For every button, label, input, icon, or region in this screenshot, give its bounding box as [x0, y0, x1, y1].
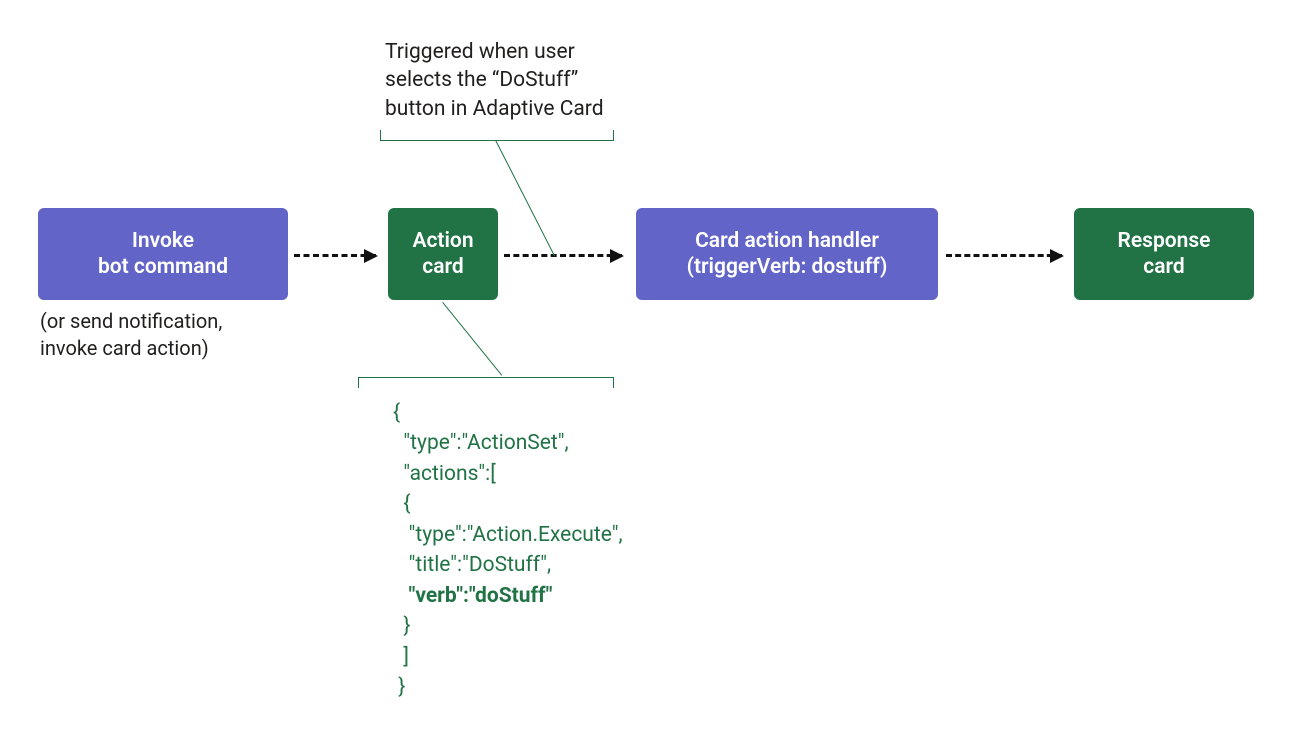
- node-action-card: Actioncard: [388, 208, 498, 300]
- invoke-subtext: (or send notification, invoke card actio…: [40, 308, 222, 362]
- diagram-canvas: Invokebot command (or send notification,…: [0, 0, 1293, 748]
- arrow-action-to-handler: [504, 254, 622, 257]
- bracket-top: [380, 130, 614, 141]
- node-handler-label: Card action handler(triggerVerb: dostuff…: [687, 228, 888, 281]
- arrow-invoke-to-action: [294, 254, 376, 257]
- annotation-triggered-when: Triggered when user selects the “DoStuff…: [385, 38, 604, 123]
- node-response-card: Responsecard: [1074, 208, 1254, 300]
- node-invoke-bot-command: Invokebot command: [38, 208, 288, 300]
- node-card-action-handler: Card action handler(triggerVerb: dostuff…: [636, 208, 938, 300]
- connector-top-tail: [495, 140, 555, 256]
- code-json-actionset: { "type":"ActionSet", "actions":[ { "typ…: [393, 398, 623, 702]
- node-invoke-label: Invokebot command: [98, 228, 228, 281]
- arrow-handler-to-response: [946, 254, 1062, 257]
- connector-bottom-tail: [442, 302, 502, 376]
- node-response-label: Responsecard: [1118, 228, 1211, 281]
- bracket-bottom: [358, 377, 614, 388]
- node-action-label: Actioncard: [412, 228, 473, 281]
